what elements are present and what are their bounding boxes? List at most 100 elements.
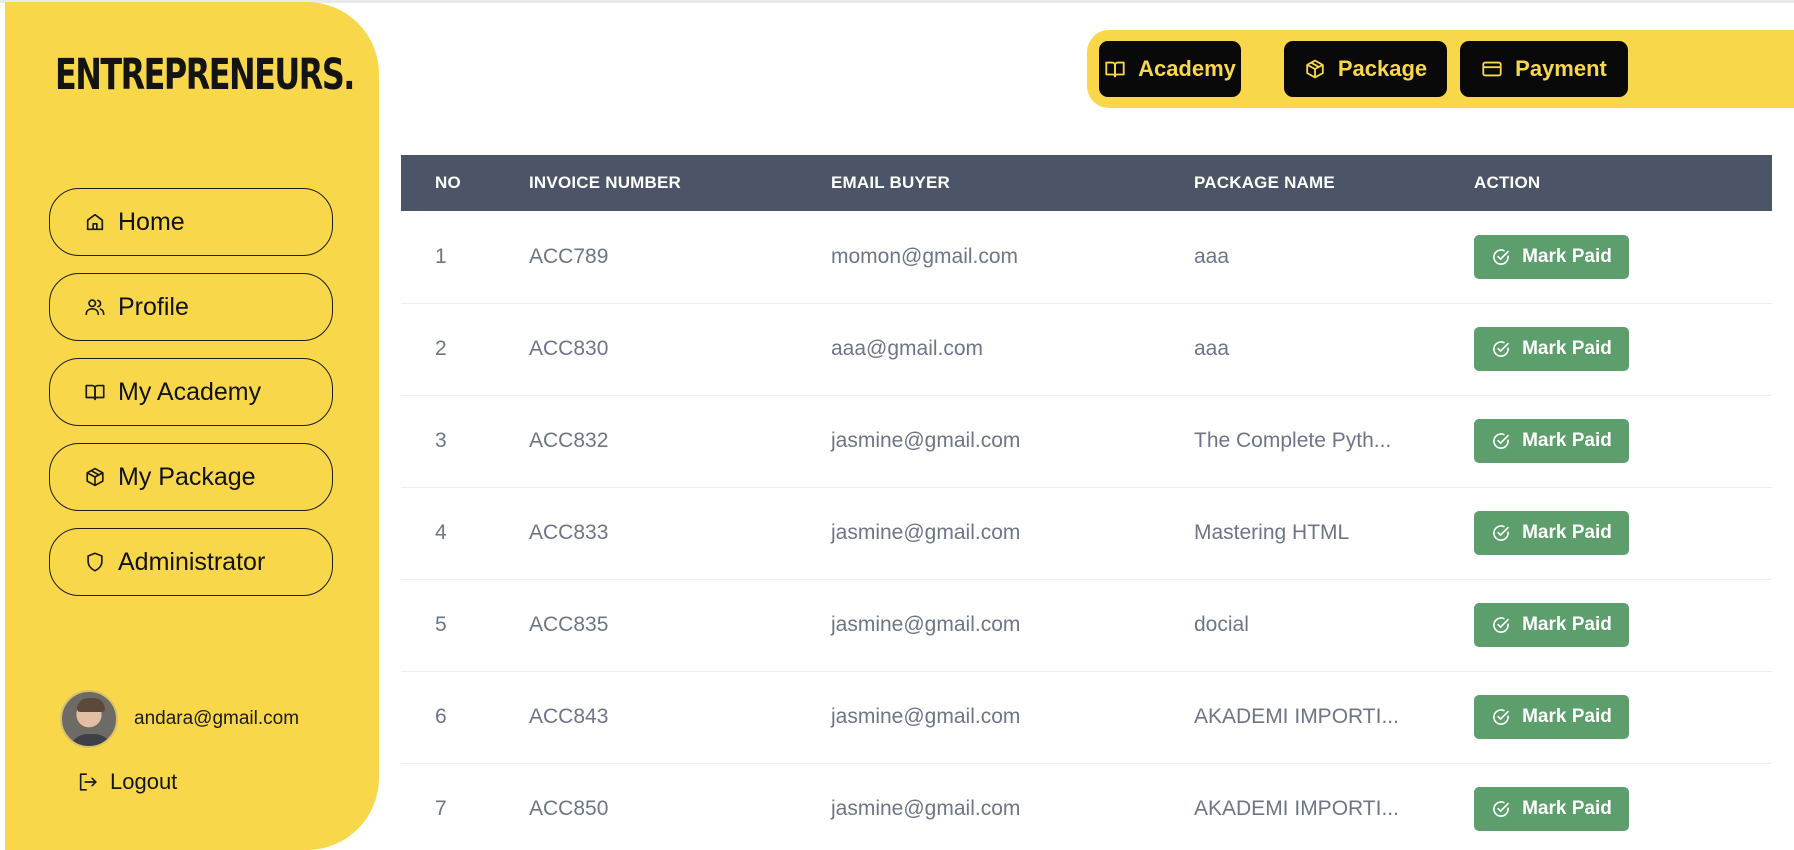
box-icon [84,466,106,488]
package-name-text: Mastering HTML [1194,521,1350,544]
cell-invoice-number: ACC830 [529,337,609,360]
mark-paid-label: Mark Paid [1522,430,1612,451]
mark-paid-label: Mark Paid [1522,522,1612,543]
table-row: 5 ACC835 jasmine@gmail.com docial Mark P… [401,579,1772,671]
package-label: Package [1337,56,1428,81]
table-row: 2 ACC830 aaa@gmail.com aaa Mark Paid [401,303,1772,395]
cell-invoice-number: ACC832 [529,429,609,452]
cell-package-name: AKADEMI IMPORTI... [1194,763,1474,850]
cell-no: 2 [435,337,447,360]
cell-invoice-number: ACC850 [529,797,609,820]
sidebar-item-label: My Academy [118,377,262,406]
sidebar-item-label: My Package [118,462,256,491]
logout-button[interactable]: Logout [77,769,177,795]
column-header-action: ACTION [1474,173,1541,192]
cell-package-name: Mastering HTML [1194,487,1474,579]
check-circle-icon [1491,799,1511,819]
cell-invoice-number: ACC843 [529,705,609,728]
cell-no: 6 [435,705,447,728]
sidebar-item-label: Home [118,207,185,236]
package-name-text: The Complete Pyth... [1194,429,1392,452]
cell-no: 5 [435,613,447,636]
top-nav-bar: Academy Package Payment [1087,30,1794,108]
cell-email-buyer: jasmine@gmail.com [831,613,1021,636]
sidebar-item-administrator[interactable]: Administrator [49,528,333,596]
book-icon [84,381,106,403]
cell-action: Mark Paid [1474,395,1772,487]
brand-logo[interactable]: ENTREPRENEURS. [55,50,355,100]
mark-paid-button[interactable]: Mark Paid [1474,511,1629,555]
package-name-text: aaa [1194,244,1230,268]
column-header-email-buyer: EMAIL BUYER [831,173,951,192]
cell-package-name: aaa [1194,303,1474,395]
package-name-text: AKADEMI IMPORTI... [1194,797,1399,820]
mark-paid-label: Mark Paid [1522,798,1612,819]
check-circle-icon [1491,339,1511,359]
academy-button[interactable]: Academy [1099,41,1241,97]
cell-invoice-number: ACC833 [529,521,609,544]
users-icon [84,296,106,318]
cell-email-buyer: jasmine@gmail.com [831,429,1021,452]
avatar[interactable] [60,690,118,748]
check-circle-icon [1491,523,1511,543]
mark-paid-button[interactable]: Mark Paid [1474,695,1629,739]
table-row: 4 ACC833 jasmine@gmail.com Mastering HTM… [401,487,1772,579]
mark-paid-button[interactable]: Mark Paid [1474,787,1629,831]
sidebar: ENTREPRENEURS. Home Profile My Academy M… [5,2,379,850]
page: ENTREPRENEURS. Home Profile My Academy M… [0,0,1794,850]
logout-label: Logout [110,769,178,794]
cell-action: Mark Paid [1474,671,1772,763]
cell-action: Mark Paid [1474,487,1772,579]
sidebar-item-label: Profile [118,292,189,321]
column-header-no: NO [435,173,461,192]
credit-card-icon [1481,58,1503,80]
cell-email-buyer: jasmine@gmail.com [831,797,1021,820]
cell-package-name: AKADEMI IMPORTI... [1194,671,1474,763]
mark-paid-button[interactable]: Mark Paid [1474,234,1629,279]
check-circle-icon [1491,247,1511,267]
mark-paid-button[interactable]: Mark Paid [1474,603,1629,647]
check-circle-icon [1491,707,1511,727]
user-email: andara@gmail.com [134,708,300,729]
mark-paid-label: Mark Paid [1522,245,1612,267]
mark-paid-label: Mark Paid [1522,614,1612,635]
mark-paid-button[interactable]: Mark Paid [1474,327,1629,371]
sidebar-item-profile[interactable]: Profile [49,273,333,341]
table-row: 1 ACC789 momon@gmail.com aaa Mark Paid [401,211,1772,303]
cell-no: 3 [435,429,447,452]
invoice-table: NO INVOICE NUMBER EMAIL BUYER PACKAGE NA… [401,155,1772,850]
mark-paid-label: Mark Paid [1522,706,1612,727]
table-row: 7 ACC850 jasmine@gmail.com AKADEMI IMPOR… [401,763,1772,850]
column-header-invoice-number: INVOICE NUMBER [529,173,682,192]
column-header-package-name: PACKAGE NAME [1194,173,1335,192]
table-body: 1 ACC789 momon@gmail.com aaa Mark Paid 2… [401,211,1772,850]
logout-icon [77,771,99,793]
cell-package-name: docial [1194,579,1474,671]
cell-no: 4 [435,521,447,544]
sidebar-item-home[interactable]: Home [49,188,333,256]
table-header-row: NO INVOICE NUMBER EMAIL BUYER PACKAGE NA… [401,155,1772,211]
payment-button[interactable]: Payment [1460,41,1628,97]
package-button[interactable]: Package [1284,41,1447,97]
mark-paid-button[interactable]: Mark Paid [1474,419,1629,463]
home-icon [84,211,106,233]
cell-no: 7 [435,797,447,820]
cell-email-buyer: jasmine@gmail.com [831,705,1021,728]
cell-email-buyer: jasmine@gmail.com [831,521,1021,544]
payment-label: Payment [1515,56,1607,81]
book-icon [1104,58,1126,80]
sidebar-item-label: Administrator [118,547,266,576]
user-info: andara@gmail.com [60,690,299,748]
cell-package-name: aaa [1194,211,1474,303]
cell-invoice-number: ACC835 [529,613,609,636]
package-name-text: docial [1194,613,1249,636]
sidebar-item-my-package[interactable]: My Package [49,443,333,511]
shield-icon [84,551,106,573]
check-circle-icon [1491,431,1511,451]
table-row: 6 ACC843 jasmine@gmail.com AKADEMI IMPOR… [401,671,1772,763]
academy-label: Academy [1138,56,1236,81]
cell-invoice-number: ACC789 [529,244,609,268]
cell-action: Mark Paid [1474,211,1772,303]
cell-action: Mark Paid [1474,579,1772,671]
sidebar-item-my-academy[interactable]: My Academy [49,358,333,426]
